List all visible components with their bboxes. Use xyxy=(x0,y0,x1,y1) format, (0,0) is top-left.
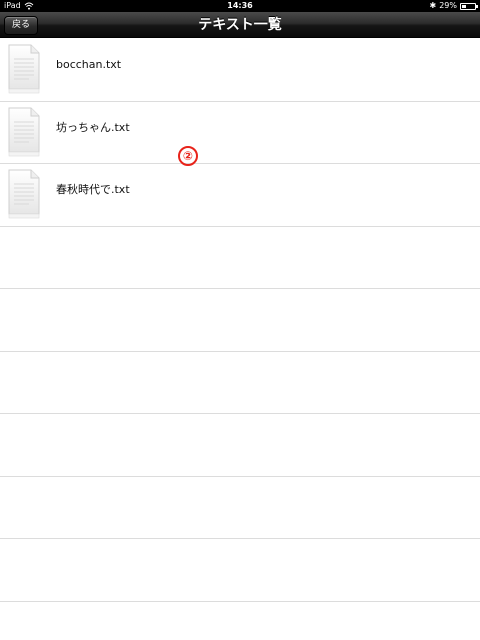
empty-row xyxy=(0,539,480,602)
battery-fill xyxy=(462,4,467,8)
file-name: 春秋時代で.txt xyxy=(56,183,130,196)
screen: iPad 14:36 ✱ 29% テキスト一覧 戻る bocchan.txt 坊… xyxy=(0,0,480,640)
text-file-icon xyxy=(8,44,40,94)
file-name: 坊っちゃん.txt xyxy=(56,120,130,134)
status-right: ✱ 29% xyxy=(429,0,478,12)
empty-row xyxy=(0,289,480,352)
status-time: 14:36 xyxy=(227,1,253,10)
text-file-icon xyxy=(8,169,40,219)
empty-row xyxy=(0,226,480,289)
battery-percent: 29% xyxy=(439,1,457,10)
text-file-icon xyxy=(8,107,40,156)
file-list: bocchan.txt 坊っちゃん.txt 春秋時代で.txt xyxy=(0,39,480,640)
file-name: bocchan.txt xyxy=(56,58,122,71)
file-row[interactable]: bocchan.txt xyxy=(0,39,480,102)
status-bar: iPad 14:36 ✱ 29% xyxy=(0,0,480,12)
nav-bar: テキスト一覧 戻る xyxy=(0,12,480,38)
file-row[interactable]: 坊っちゃん.txt xyxy=(0,101,480,164)
empty-row xyxy=(0,351,480,414)
nav-title: テキスト一覧 xyxy=(198,17,282,33)
back-button[interactable]: 戻る xyxy=(4,16,39,35)
empty-row xyxy=(0,414,480,477)
file-row[interactable]: 春秋時代で.txt xyxy=(0,164,480,227)
empty-row xyxy=(0,476,480,539)
battery-icon xyxy=(460,2,478,10)
bluetooth-icon: ✱ xyxy=(429,1,437,10)
annotation-marker: ② xyxy=(178,146,198,166)
empty-row xyxy=(0,601,480,640)
